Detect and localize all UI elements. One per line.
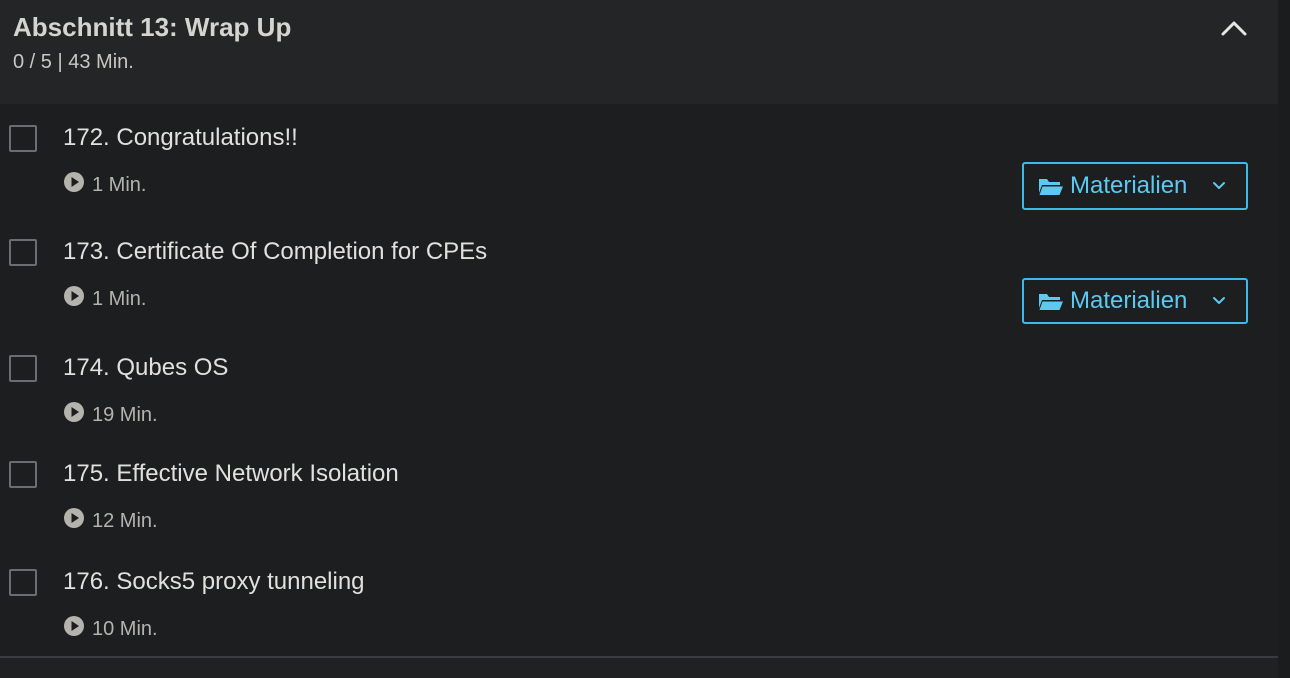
- play-circle-icon: [63, 171, 85, 193]
- lecture-complete-checkbox[interactable]: [9, 125, 37, 152]
- section-title: Abschnitt 13: Wrap Up: [13, 12, 292, 42]
- lecture-duration: 12 Min.: [92, 510, 158, 532]
- scrollbar-track[interactable]: [1278, 0, 1290, 678]
- chevron-down-icon: [1212, 181, 1226, 191]
- lecture-title: 173. Certificate Of Completion for CPEs: [63, 238, 488, 265]
- lecture-complete-checkbox[interactable]: [9, 355, 37, 382]
- play-circle-icon: [63, 615, 85, 637]
- play-circle-icon: [63, 507, 85, 529]
- lecture-item[interactable]: 176. Socks5 proxy tunneling 10 Min.: [0, 548, 1278, 656]
- materials-label: Materialien: [1070, 172, 1188, 199]
- play-circle-icon: [63, 401, 85, 423]
- section-header[interactable]: Abschnitt 13: Wrap Up 0 / 5 | 43 Min.: [0, 0, 1278, 104]
- materials-label: Materialien: [1070, 287, 1188, 314]
- section-progress-duration: 0 / 5 | 43 Min.: [13, 51, 134, 73]
- course-curriculum-panel: Abschnitt 13: Wrap Up 0 / 5 | 43 Min. 17…: [0, 0, 1290, 678]
- lecture-complete-checkbox[interactable]: [9, 569, 37, 596]
- chevron-down-icon: [1212, 296, 1226, 306]
- lecture-title: 175. Effective Network Isolation: [63, 460, 399, 487]
- lecture-complete-checkbox[interactable]: [9, 239, 37, 266]
- play-circle-icon: [63, 285, 85, 307]
- lecture-list: 172. Congratulations!! 1 Min. Materialie…: [0, 104, 1278, 656]
- lecture-title: 172. Congratulations!!: [63, 124, 298, 151]
- lecture-duration: 19 Min.: [92, 404, 158, 426]
- lecture-item[interactable]: 172. Congratulations!! 1 Min. Materialie…: [0, 104, 1278, 218]
- chevron-up-icon[interactable]: [1216, 12, 1252, 46]
- materials-button[interactable]: Materialien: [1022, 162, 1248, 210]
- next-section-header[interactable]: [0, 658, 1278, 678]
- materials-button[interactable]: Materialien: [1022, 278, 1248, 324]
- lecture-duration: 1 Min.: [92, 288, 147, 310]
- lecture-duration: 10 Min.: [92, 618, 158, 640]
- lecture-item[interactable]: 175. Effective Network Isolation 12 Min.: [0, 440, 1278, 548]
- lecture-complete-checkbox[interactable]: [9, 461, 37, 488]
- lecture-item[interactable]: 173. Certificate Of Completion for CPEs …: [0, 218, 1278, 334]
- lecture-item[interactable]: 174. Qubes OS 19 Min.: [0, 334, 1278, 440]
- lecture-title: 174. Qubes OS: [63, 354, 229, 381]
- lecture-duration: 1 Min.: [92, 174, 147, 196]
- folder-open-icon: [1038, 176, 1064, 196]
- lecture-title: 176. Socks5 proxy tunneling: [63, 568, 365, 595]
- folder-open-icon: [1038, 291, 1064, 311]
